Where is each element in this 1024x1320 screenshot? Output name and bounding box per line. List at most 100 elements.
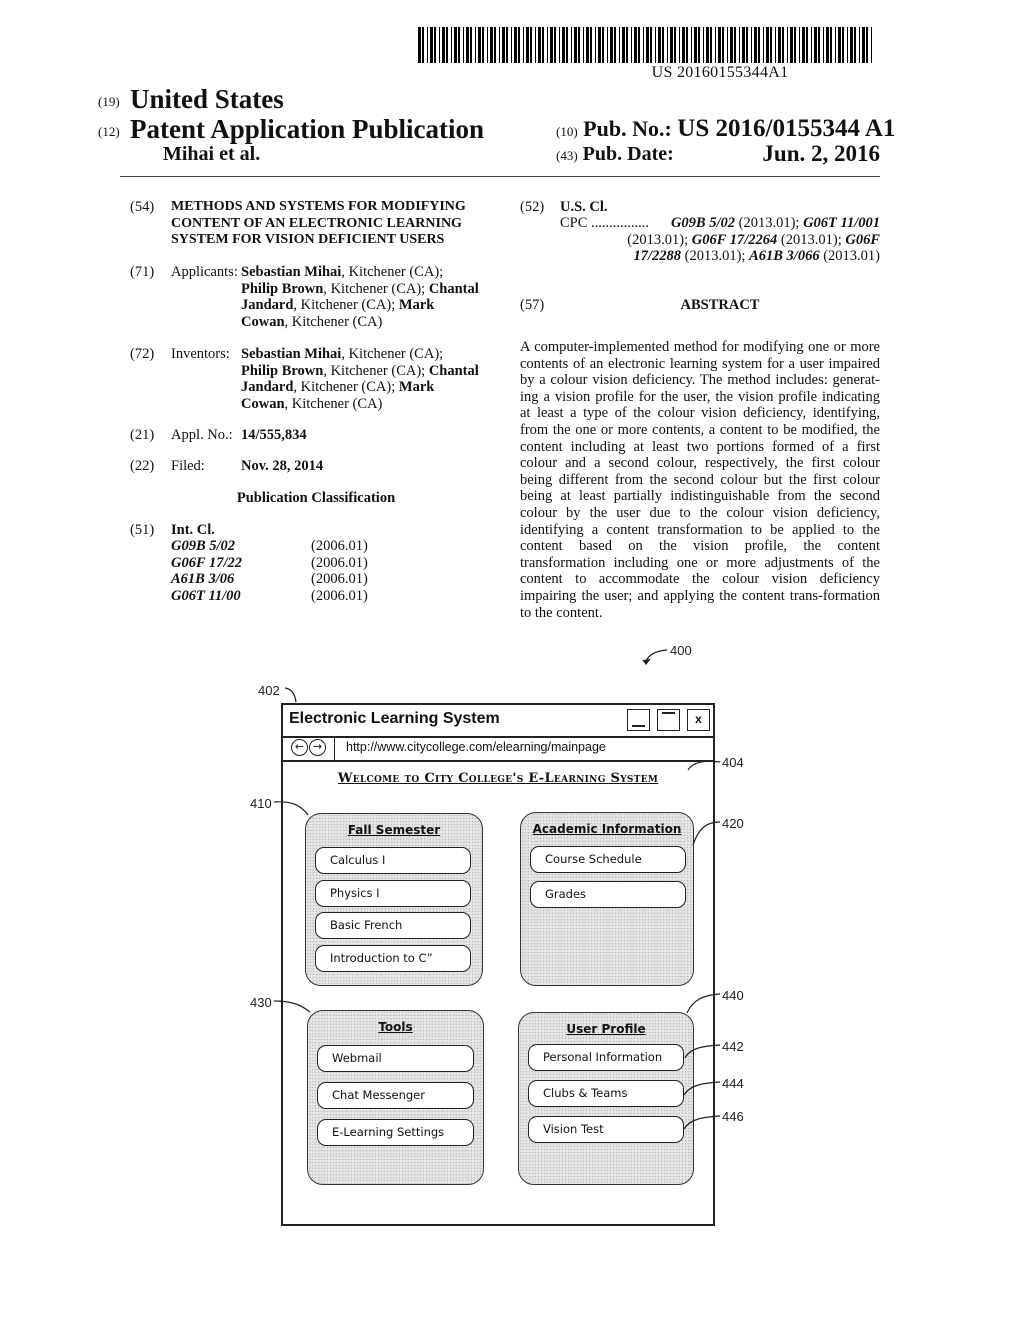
leader-400-arrow [642, 658, 651, 665]
ref-442: 442 [722, 1039, 744, 1054]
emphasis-run: Sebastian Mihai [241, 346, 342, 362]
elearning-window: Electronic Learning System x ← → http://… [281, 703, 715, 1226]
emphasis-run: G06F [845, 231, 880, 248]
text-run: (2013.01) [819, 248, 880, 264]
barcode-bar [826, 27, 829, 63]
appl-number: 14/555,834 [241, 427, 307, 443]
barcode-bar [763, 27, 764, 63]
menu-item-basic-french[interactable]: Basic French [315, 912, 471, 939]
barcode-bar [542, 27, 544, 63]
close-button[interactable]: x [687, 709, 710, 731]
text-run: , Kitchener (CA) [284, 313, 383, 330]
emphasis-run: G06F 17/2264 [691, 231, 778, 248]
url-field[interactable]: http://www.citycollege.com/elearning/mai… [346, 740, 606, 754]
barcode-bar [550, 27, 553, 63]
text-run: (2013.01); [777, 231, 846, 248]
menu-item-chat-messenger[interactable]: Chat Messenger [317, 1082, 474, 1109]
applicants-list: Sebastian Mihai, Kitchener (CA); Philip B… [241, 264, 503, 330]
emphasis-run: G09B 5/02 [670, 215, 735, 231]
leader-402 [284, 687, 297, 703]
barcode-bar [487, 27, 488, 63]
int-cl-row: A61B 3/06 (2006.01) [171, 571, 471, 588]
menu-item-grades[interactable]: Grades [530, 881, 686, 908]
barcode-bar [730, 27, 733, 63]
code-57: (57) [520, 297, 545, 313]
barcode-bar [463, 27, 464, 63]
menu-item-personal-information[interactable]: Personal Information [528, 1044, 684, 1071]
menu-item-webmail[interactable]: Webmail [317, 1045, 474, 1072]
barcode-bar [475, 27, 476, 63]
doc-type-line: (12) Patent Application Publication [98, 114, 484, 145]
code-71: (71) [130, 264, 155, 280]
pub-date: Jun. 2, 2016 [762, 141, 880, 166]
menu-item-course-schedule[interactable]: Course Schedule [530, 846, 686, 873]
us-cl-label: U.S. Cl. [560, 199, 608, 215]
country-line: (19) United States [98, 84, 284, 115]
barcode-bar [734, 27, 736, 63]
barcode-bar [430, 27, 433, 63]
menu-item-introduction-to-c[interactable]: Introduction to C” [315, 944, 471, 972]
barcode-bar [679, 27, 680, 63]
ref-420: 420 [722, 816, 744, 831]
pub-date-label: Pub. Date: [582, 143, 674, 165]
barcode-bar [842, 27, 844, 63]
appl-label: Appl. No.: [171, 427, 233, 443]
barcode-bar [823, 27, 824, 63]
maximize-icon[interactable] [657, 709, 680, 731]
text-run: , Kitchener (CA); [293, 297, 399, 313]
text-run: , Kitchener (CA); [341, 346, 444, 362]
barcode-bar [794, 27, 796, 63]
text-line: (2013.01); G06F 17/2264 (2013.01); G06F [560, 232, 880, 249]
menu-item-vision-test[interactable]: Vision Test [528, 1116, 684, 1143]
minimize-icon[interactable] [627, 709, 650, 731]
panel-user-profile: User Profile Personal Information Clubs & … [518, 1012, 694, 1185]
barcode-bar [746, 27, 748, 63]
emphasis-run: Chantal [428, 280, 479, 297]
code-52: (52) [520, 199, 545, 215]
pub-number-line: (10) Pub. No.: US 2016/0155344 A1 [556, 115, 895, 143]
menu-item-clubs-teams[interactable]: Clubs & Teams [528, 1080, 684, 1107]
barcode-bar [458, 27, 460, 63]
barcode-bar [598, 27, 601, 63]
inventors-label: Inventors: [171, 346, 230, 362]
barcode-bar [610, 27, 613, 63]
barcode-bar [806, 27, 808, 63]
int-cl-class: G06T 11/00 [171, 587, 241, 604]
menu-item-physics-i[interactable]: Physics I [315, 879, 471, 907]
barcode-bar [439, 27, 440, 63]
ref-402: 402 [258, 683, 280, 698]
barcode-bar [667, 27, 668, 63]
barcode-bar [434, 27, 436, 63]
forward-arrow-icon[interactable]: → [309, 739, 326, 756]
int-cl-row: G06T 11/00 (2006.01) [171, 588, 471, 605]
barcode-bar [451, 27, 452, 63]
text-run: , Kitchener (CA) [284, 395, 383, 412]
text-run: (2013.01); [627, 231, 692, 248]
int-cl-row: G06F 17/22 (2006.01) [171, 555, 471, 572]
barcode-bar [502, 27, 505, 63]
barcode-bar [818, 27, 820, 63]
barcode-bar [758, 27, 760, 63]
barcode-bar [499, 27, 500, 63]
barcode-bar [614, 27, 616, 63]
text-line: Cowan, Kitchener (CA) [241, 314, 503, 331]
barcode-bar [715, 27, 716, 63]
emphasis-run: Jandard [241, 379, 294, 395]
code-10: (10) [556, 124, 578, 139]
barcode-bar [470, 27, 472, 63]
barcode-bar [835, 27, 836, 63]
barcode-bar [523, 27, 524, 63]
int-cl-class: G06F 17/22 [171, 554, 243, 571]
emphasis-run: Cowan [241, 313, 285, 330]
barcode-bar [631, 27, 632, 63]
menu-item-calculus-i[interactable]: Calculus I [315, 847, 471, 874]
barcode-bar [811, 27, 812, 63]
barcode-bar [650, 27, 652, 63]
barcode-bar [859, 27, 860, 63]
filed-label: Filed: [171, 458, 205, 474]
back-arrow-icon[interactable]: ← [291, 739, 308, 756]
menu-item-e-learning-settings[interactable]: E-Learning Settings [317, 1119, 474, 1146]
barcode-bar [866, 27, 868, 63]
barcode-bar [850, 27, 853, 63]
barcode-bar [538, 27, 541, 63]
